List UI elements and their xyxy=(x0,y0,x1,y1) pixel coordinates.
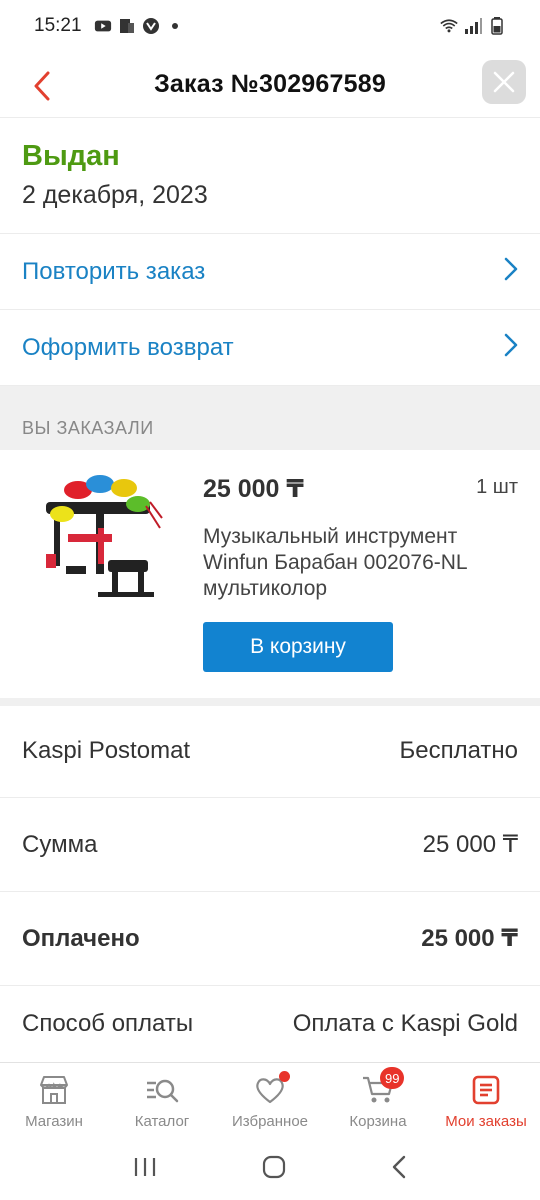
repeat-order-row[interactable]: Повторить заказ xyxy=(0,234,540,310)
nav-item-shop[interactable]: Магазин xyxy=(0,1063,108,1138)
chevron-right-icon xyxy=(504,257,518,286)
repeat-order-label: Повторить заказ xyxy=(22,257,206,285)
recent-apps-icon xyxy=(134,1157,155,1176)
paid-row: Оплачено 25 000 ₸ xyxy=(0,892,540,986)
back-button[interactable] xyxy=(22,66,62,106)
nav-item-cart[interactable]: 99 Корзина xyxy=(324,1063,432,1138)
nav-item-orders[interactable]: Мои заказы xyxy=(432,1063,540,1138)
status-time: 15:21 xyxy=(34,15,82,36)
status-bar: 15:21 xyxy=(0,0,540,52)
order-status-block: Выдан 2 декабря, 2023 xyxy=(0,118,540,234)
add-to-cart-button[interactable]: В корзину xyxy=(203,622,393,672)
system-nav-bar xyxy=(0,1138,540,1200)
delivery-row: Kaspi Postomat Бесплатно xyxy=(0,704,540,798)
item-name[interactable]: Музыкальный инструмент Winfun Барабан 00… xyxy=(203,524,513,602)
header: Заказ №302967589 xyxy=(0,52,540,118)
chevron-right-icon xyxy=(504,333,518,362)
system-back-button[interactable] xyxy=(391,1155,407,1184)
catalog-search-icon xyxy=(145,1073,179,1107)
nav-label-cart: Корзина xyxy=(349,1113,407,1130)
order-date: 2 декабря, 2023 xyxy=(22,181,208,209)
order-status: Выдан xyxy=(22,140,120,172)
delivery-label: Kaspi Postomat xyxy=(22,736,191,764)
paid-value: 25 000 ₸ xyxy=(421,925,518,952)
return-order-row[interactable]: Оформить возврат xyxy=(0,310,540,386)
app-notification-icon xyxy=(118,17,136,35)
return-order-label: Оформить возврат xyxy=(22,333,234,361)
signal-icon xyxy=(464,17,482,35)
paid-label: Оплачено xyxy=(22,924,140,952)
sum-row: Сумма 25 000 ₸ xyxy=(0,798,540,892)
page-title: Заказ №302967589 xyxy=(154,70,386,98)
close-button[interactable] xyxy=(482,60,526,104)
youtube-icon xyxy=(94,17,112,35)
nav-label-shop: Магазин xyxy=(25,1113,83,1130)
sum-label: Сумма xyxy=(22,830,98,858)
home-icon xyxy=(262,1155,286,1178)
back-arrow-icon xyxy=(393,1155,406,1178)
nav-label-orders: Мои заказы xyxy=(445,1113,527,1130)
product-image[interactable] xyxy=(38,470,166,602)
orders-icon xyxy=(469,1073,503,1107)
nav-item-catalog[interactable]: Каталог xyxy=(108,1063,216,1138)
delivery-value: Бесплатно xyxy=(399,736,518,764)
item-price: 25 000 ₸ xyxy=(203,475,304,503)
wifi-icon xyxy=(440,17,458,35)
item-quantity: 1 шт xyxy=(476,476,518,498)
payment-method-label: Способ оплаты xyxy=(22,1010,194,1037)
close-icon xyxy=(493,71,515,93)
chevron-left-icon xyxy=(34,71,50,101)
shop-icon xyxy=(37,1073,71,1107)
nav-item-favorites[interactable]: Избранное xyxy=(216,1063,324,1138)
bottom-nav: Магазин Каталог Избранное 99 Корзина Мои… xyxy=(0,1062,540,1138)
cart-badge: 99 xyxy=(380,1067,405,1089)
dot-icon xyxy=(166,17,184,35)
app-notification-icon-2 xyxy=(142,17,160,35)
recent-apps-button[interactable] xyxy=(133,1156,157,1183)
home-button[interactable] xyxy=(262,1155,286,1184)
sum-value: 25 000 ₸ xyxy=(422,831,518,858)
payment-method-row: Способ оплаты Оплата с Kaspi Gold xyxy=(0,986,540,1062)
nav-label-favorites: Избранное xyxy=(231,1113,309,1130)
section-header: ВЫ ЗАКАЗАЛИ xyxy=(0,386,540,450)
favorites-badge xyxy=(279,1071,290,1082)
payment-method-value: Оплата с Kaspi Gold xyxy=(292,1010,518,1037)
ordered-item: 25 000 ₸ 1 шт Музыкальный инструмент Win… xyxy=(0,450,540,698)
battery-icon xyxy=(488,17,506,35)
nav-label-catalog: Каталог xyxy=(134,1113,190,1130)
